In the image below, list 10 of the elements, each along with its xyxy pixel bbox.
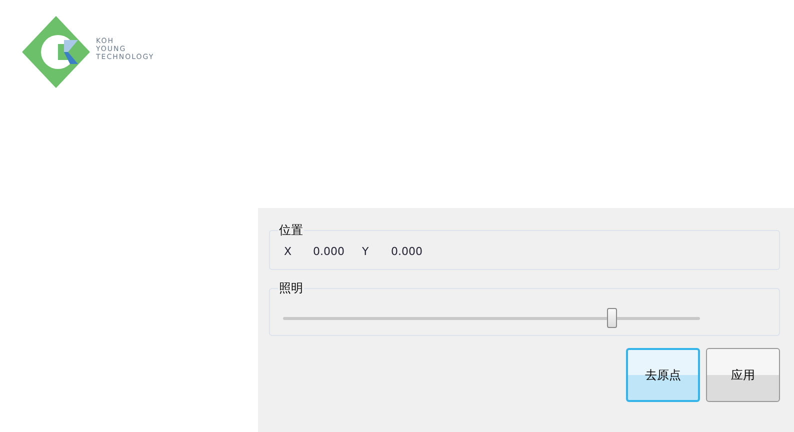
- coordinate-value: 0.000: [313, 245, 346, 258]
- logo-icon: [20, 14, 92, 90]
- coordinate-value: 0.000: [391, 245, 424, 258]
- coordinate-label: Y: [362, 245, 370, 258]
- action-button[interactable]: 去原点: [626, 348, 700, 402]
- action-button[interactable]: 应用: [706, 348, 780, 402]
- group-title: 位置: [278, 222, 304, 239]
- slider-thumb[interactable]: [607, 308, 618, 328]
- coordinate-label: X: [284, 245, 293, 258]
- group-title: 照明: [278, 280, 304, 297]
